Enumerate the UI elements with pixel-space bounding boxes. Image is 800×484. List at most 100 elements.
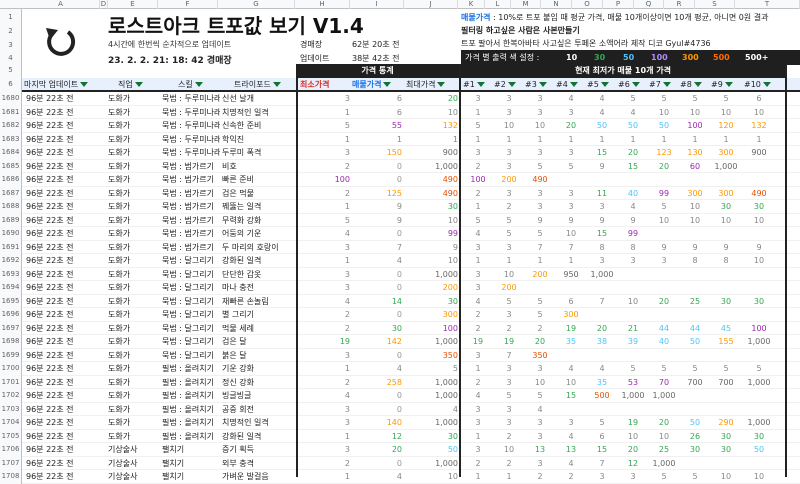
max-price-cell[interactable]: 30 bbox=[408, 430, 458, 444]
listing-price-cell[interactable]: 3 bbox=[494, 376, 524, 390]
listing-price-cell[interactable]: 20 bbox=[649, 416, 679, 430]
listing-price-cell[interactable]: 1,000 bbox=[744, 416, 774, 430]
listing-price-cell[interactable]: 19 bbox=[463, 335, 493, 349]
listing-price-cell[interactable]: 3 bbox=[525, 430, 555, 444]
listing-price-cell[interactable]: 99 bbox=[618, 227, 648, 241]
listing-price-cell[interactable]: 6 bbox=[556, 295, 586, 309]
listing-price-cell[interactable]: 44 bbox=[680, 322, 710, 336]
listing-price-cell[interactable]: 10 bbox=[711, 106, 741, 120]
tripod-cell[interactable]: 마나 충전 bbox=[222, 281, 254, 295]
listing-price-cell[interactable]: 1 bbox=[494, 254, 524, 268]
listing-price-cell[interactable]: 10 bbox=[494, 268, 524, 282]
listing-price-cell[interactable]: 5 bbox=[494, 295, 524, 309]
listing-price-cell[interactable]: 1,000 bbox=[649, 389, 679, 403]
tripod-cell[interactable]: 빠른 준비 bbox=[222, 173, 254, 187]
avg-price-cell[interactable]: 9 bbox=[352, 200, 402, 214]
max-price-cell[interactable]: 50 bbox=[408, 443, 458, 457]
listing-price-cell[interactable]: 5 bbox=[463, 119, 493, 133]
listing-price-cell[interactable]: 3 bbox=[463, 349, 493, 363]
min-price-cell[interactable]: 1 bbox=[300, 106, 350, 120]
listing-price-cell[interactable]: 20 bbox=[649, 295, 679, 309]
tripod-cell[interactable]: 단단한 갑옷 bbox=[222, 268, 261, 282]
last-update-cell[interactable]: 96분 22초 전 bbox=[26, 268, 74, 282]
listing-price-cell[interactable]: 40 bbox=[618, 187, 648, 201]
listing-price-cell[interactable]: 9 bbox=[525, 214, 555, 228]
skill-cell[interactable]: 묵법 : 달그리기 bbox=[162, 335, 214, 349]
listing-price-cell[interactable]: 2 bbox=[494, 322, 524, 336]
listing-price-cell[interactable]: 4 bbox=[587, 106, 617, 120]
listing-price-cell[interactable]: 123 bbox=[649, 146, 679, 160]
listing-price-cell[interactable]: 35 bbox=[556, 335, 586, 349]
header-listing-2[interactable]: #2 bbox=[494, 78, 516, 91]
listing-price-cell[interactable]: 4 bbox=[618, 106, 648, 120]
listing-price-cell[interactable]: 3 bbox=[463, 443, 493, 457]
listing-price-cell[interactable]: 4 bbox=[463, 227, 493, 241]
column-letter-J[interactable]: J bbox=[404, 0, 458, 9]
min-price-cell[interactable]: 1 bbox=[300, 254, 350, 268]
listing-price-cell[interactable]: 900 bbox=[744, 146, 774, 160]
listing-price-cell[interactable]: 10 bbox=[649, 106, 679, 120]
listing-price-cell[interactable]: 5 bbox=[744, 362, 774, 376]
job-cell[interactable]: 도화가 bbox=[108, 92, 130, 106]
listing-price-cell[interactable]: 13 bbox=[556, 443, 586, 457]
listing-price-cell[interactable]: 50 bbox=[680, 335, 710, 349]
job-cell[interactable]: 도화가 bbox=[108, 416, 130, 430]
max-price-cell[interactable]: 1,000 bbox=[408, 457, 458, 471]
skill-cell[interactable]: 묵법 : 범가르기 bbox=[162, 160, 214, 174]
listing-price-cell[interactable]: 4 bbox=[556, 92, 586, 106]
avg-price-cell[interactable]: 55 bbox=[352, 119, 402, 133]
row-number[interactable]: 1694 bbox=[0, 281, 22, 295]
listing-price-cell[interactable]: 1 bbox=[463, 362, 493, 376]
listing-price-cell[interactable]: 1 bbox=[556, 254, 586, 268]
tripod-cell[interactable]: 외부 충격 bbox=[222, 457, 254, 471]
header-skill[interactable]: 스킬 bbox=[178, 78, 203, 91]
row-number[interactable]: 1687 bbox=[0, 186, 22, 200]
tripod-cell[interactable]: 강화된 일격 bbox=[222, 430, 261, 444]
last-update-cell[interactable]: 96분 22초 전 bbox=[26, 430, 74, 444]
listing-price-cell[interactable]: 5 bbox=[494, 389, 524, 403]
skill-cell[interactable]: 묵법 : 두루미나래 bbox=[162, 133, 220, 147]
header-listing-5[interactable]: #5 bbox=[587, 78, 609, 91]
listing-price-cell[interactable]: 2 bbox=[494, 200, 524, 214]
listing-price-cell[interactable]: 3 bbox=[556, 146, 586, 160]
header-tripod[interactable]: 트라이포드 bbox=[234, 78, 281, 91]
listing-price-cell[interactable]: 70 bbox=[649, 376, 679, 390]
min-price-cell[interactable]: 2 bbox=[300, 322, 350, 336]
row-number[interactable]: 1695 bbox=[0, 294, 22, 308]
row-number[interactable]: 6 bbox=[0, 77, 22, 91]
last-update-cell[interactable]: 96분 22초 전 bbox=[26, 308, 74, 322]
listing-price-cell[interactable]: 9 bbox=[649, 241, 679, 255]
row-number[interactable]: 5 bbox=[0, 64, 22, 77]
listing-price-cell[interactable]: 3 bbox=[494, 146, 524, 160]
skill-cell[interactable]: 묵법 : 달그리기 bbox=[162, 308, 214, 322]
table-row[interactable]: 96분 22초 전 도화가 묵법 : 달그리기 강화된 일격 1 4 10 1 1 1 1 3 3 3 8 8… bbox=[22, 254, 800, 268]
header-min[interactable]: 최소가격 bbox=[300, 78, 329, 91]
max-price-cell[interactable]: 1,000 bbox=[408, 335, 458, 349]
listing-price-cell[interactable]: 290 bbox=[711, 416, 741, 430]
max-price-cell[interactable]: 490 bbox=[408, 173, 458, 187]
listing-price-cell[interactable]: 13 bbox=[525, 443, 555, 457]
min-price-cell[interactable]: 2 bbox=[300, 308, 350, 322]
table-row[interactable]: 96분 22초 전 도화가 필법 : 올려치기 기운 강화 1 4 5 1 3 3 4 4 5 5 5 5 5 bbox=[22, 362, 800, 376]
listing-price-cell[interactable]: 300 bbox=[711, 146, 741, 160]
listing-price-cell[interactable]: 19 bbox=[618, 416, 648, 430]
last-update-cell[interactable]: 96분 22초 전 bbox=[26, 106, 74, 120]
row-number[interactable]: 1681 bbox=[0, 105, 22, 119]
listing-price-cell[interactable]: 1 bbox=[463, 430, 493, 444]
skill-cell[interactable]: 묵법 : 두루미나래 bbox=[162, 146, 220, 160]
tripod-cell[interactable]: 두루미 폭격 bbox=[222, 146, 261, 160]
avg-price-cell[interactable]: 140 bbox=[352, 416, 402, 430]
listing-price-cell[interactable]: 5 bbox=[463, 214, 493, 228]
listing-price-cell[interactable]: 3 bbox=[463, 281, 493, 295]
listing-price-cell[interactable]: 120 bbox=[711, 119, 741, 133]
row-number[interactable]: 1696 bbox=[0, 308, 22, 322]
listing-price-cell[interactable]: 25 bbox=[649, 443, 679, 457]
listing-price-cell[interactable]: 30 bbox=[711, 430, 741, 444]
last-update-cell[interactable]: 96분 22초 전 bbox=[26, 403, 74, 417]
listing-price-cell[interactable]: 3 bbox=[494, 308, 524, 322]
listing-price-cell[interactable]: 5 bbox=[494, 214, 524, 228]
skill-cell[interactable]: 묵법 : 두루미나래 bbox=[162, 92, 220, 106]
row-number[interactable]: 1691 bbox=[0, 240, 22, 254]
table-row[interactable]: 96분 22초 전 도화가 묵법 : 범가르기 검은 먹물 2 125 490 2 3 3 3 11 4… bbox=[22, 187, 800, 201]
listing-price-cell[interactable]: 1 bbox=[649, 133, 679, 147]
